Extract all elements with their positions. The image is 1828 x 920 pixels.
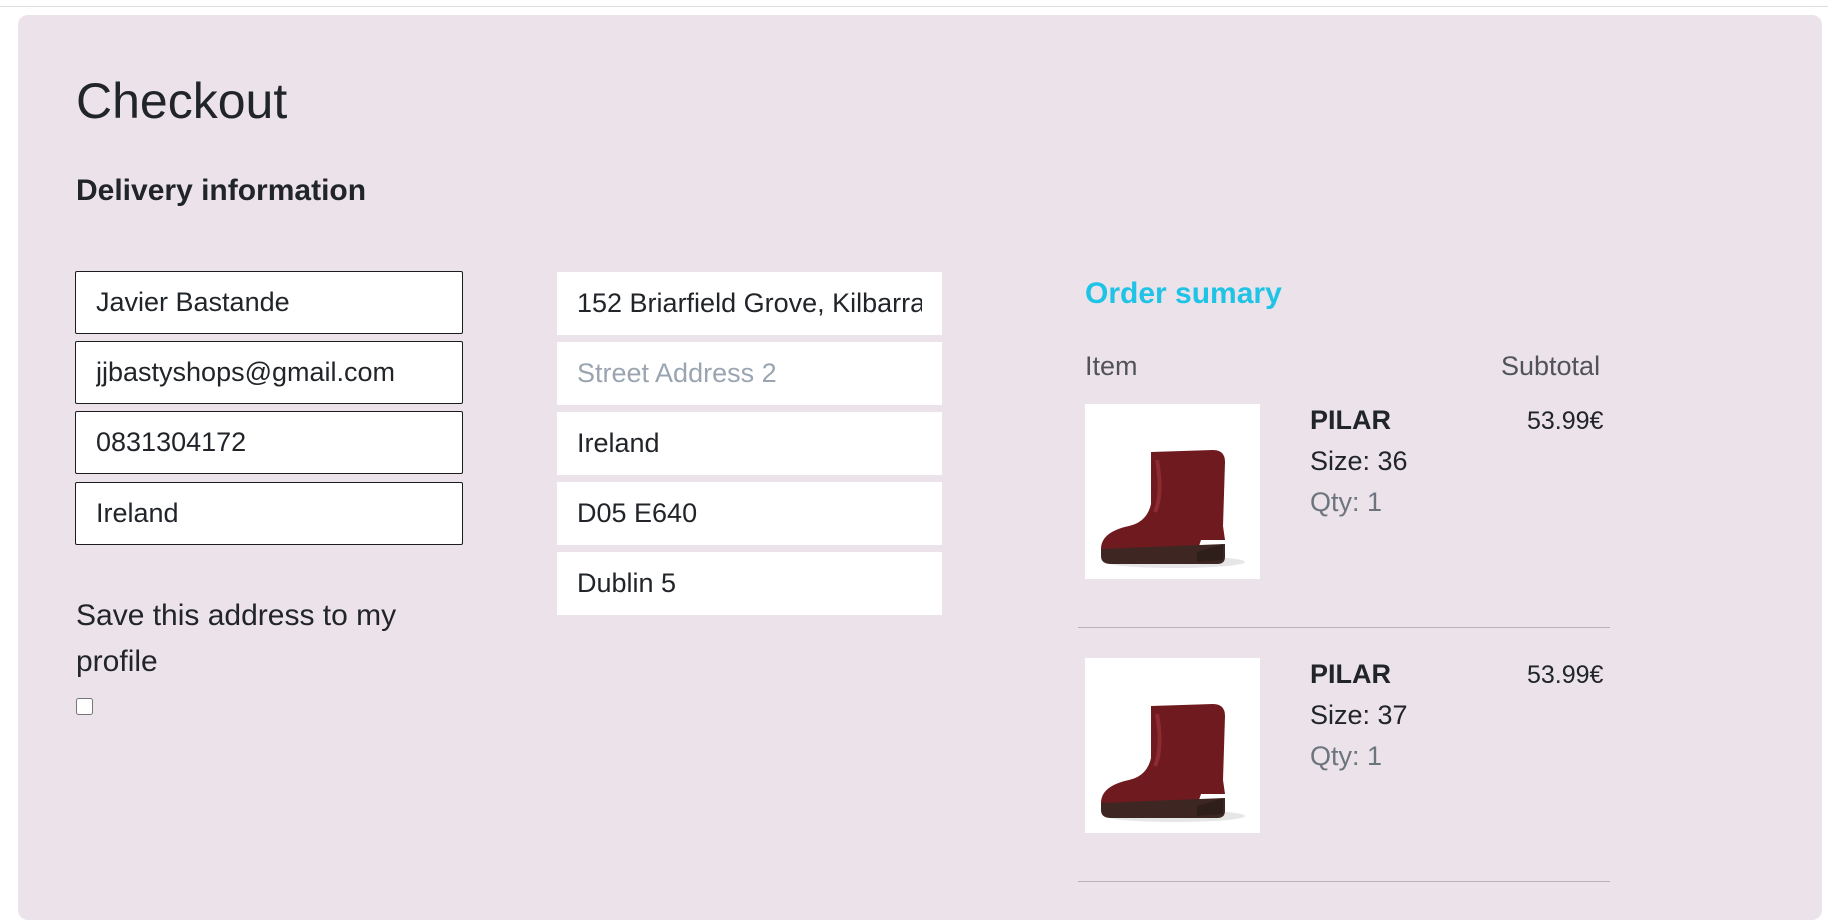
- item-name: PILAR: [1310, 659, 1391, 689]
- item-name: PILAR: [1310, 405, 1391, 435]
- email-input[interactable]: [75, 341, 463, 404]
- item-qty: Qty: 1: [1310, 487, 1383, 517]
- county-input[interactable]: [557, 412, 942, 475]
- item-price: 53.99€: [1527, 661, 1604, 689]
- ankle-boot-image: [1085, 404, 1260, 579]
- item-divider: [1078, 627, 1610, 628]
- delivery-heading: Delivery information: [76, 174, 367, 207]
- full-name-input[interactable]: [75, 271, 463, 334]
- boot-illustration: [1101, 704, 1245, 822]
- item-divider: [1078, 881, 1610, 882]
- page-title: Checkout: [76, 73, 288, 129]
- item-column-header: Item: [1085, 351, 1138, 381]
- phone-input[interactable]: [75, 411, 463, 474]
- top-divider: [0, 6, 1828, 7]
- boot-illustration: [1101, 450, 1245, 568]
- ankle-boot-image: [1085, 658, 1260, 833]
- item-price: 53.99€: [1527, 407, 1604, 435]
- order-summary-title: Order sumary: [1085, 277, 1282, 310]
- save-address-checkbox[interactable]: [76, 698, 93, 715]
- town-input[interactable]: [557, 552, 942, 615]
- item-size: Size: 36: [1310, 446, 1408, 476]
- country-input[interactable]: [75, 482, 463, 545]
- item-size: Size: 37: [1310, 700, 1408, 730]
- save-address-label: Save this address to my profile: [76, 599, 397, 678]
- street-address-2-input[interactable]: [557, 342, 942, 405]
- subtotal-column-header: Subtotal: [1501, 351, 1601, 381]
- postcode-input[interactable]: [557, 482, 942, 545]
- checkout-panel: Checkout Delivery information Save this …: [18, 15, 1822, 920]
- item-qty: Qty: 1: [1310, 741, 1383, 771]
- street-address-1-input[interactable]: [557, 272, 942, 335]
